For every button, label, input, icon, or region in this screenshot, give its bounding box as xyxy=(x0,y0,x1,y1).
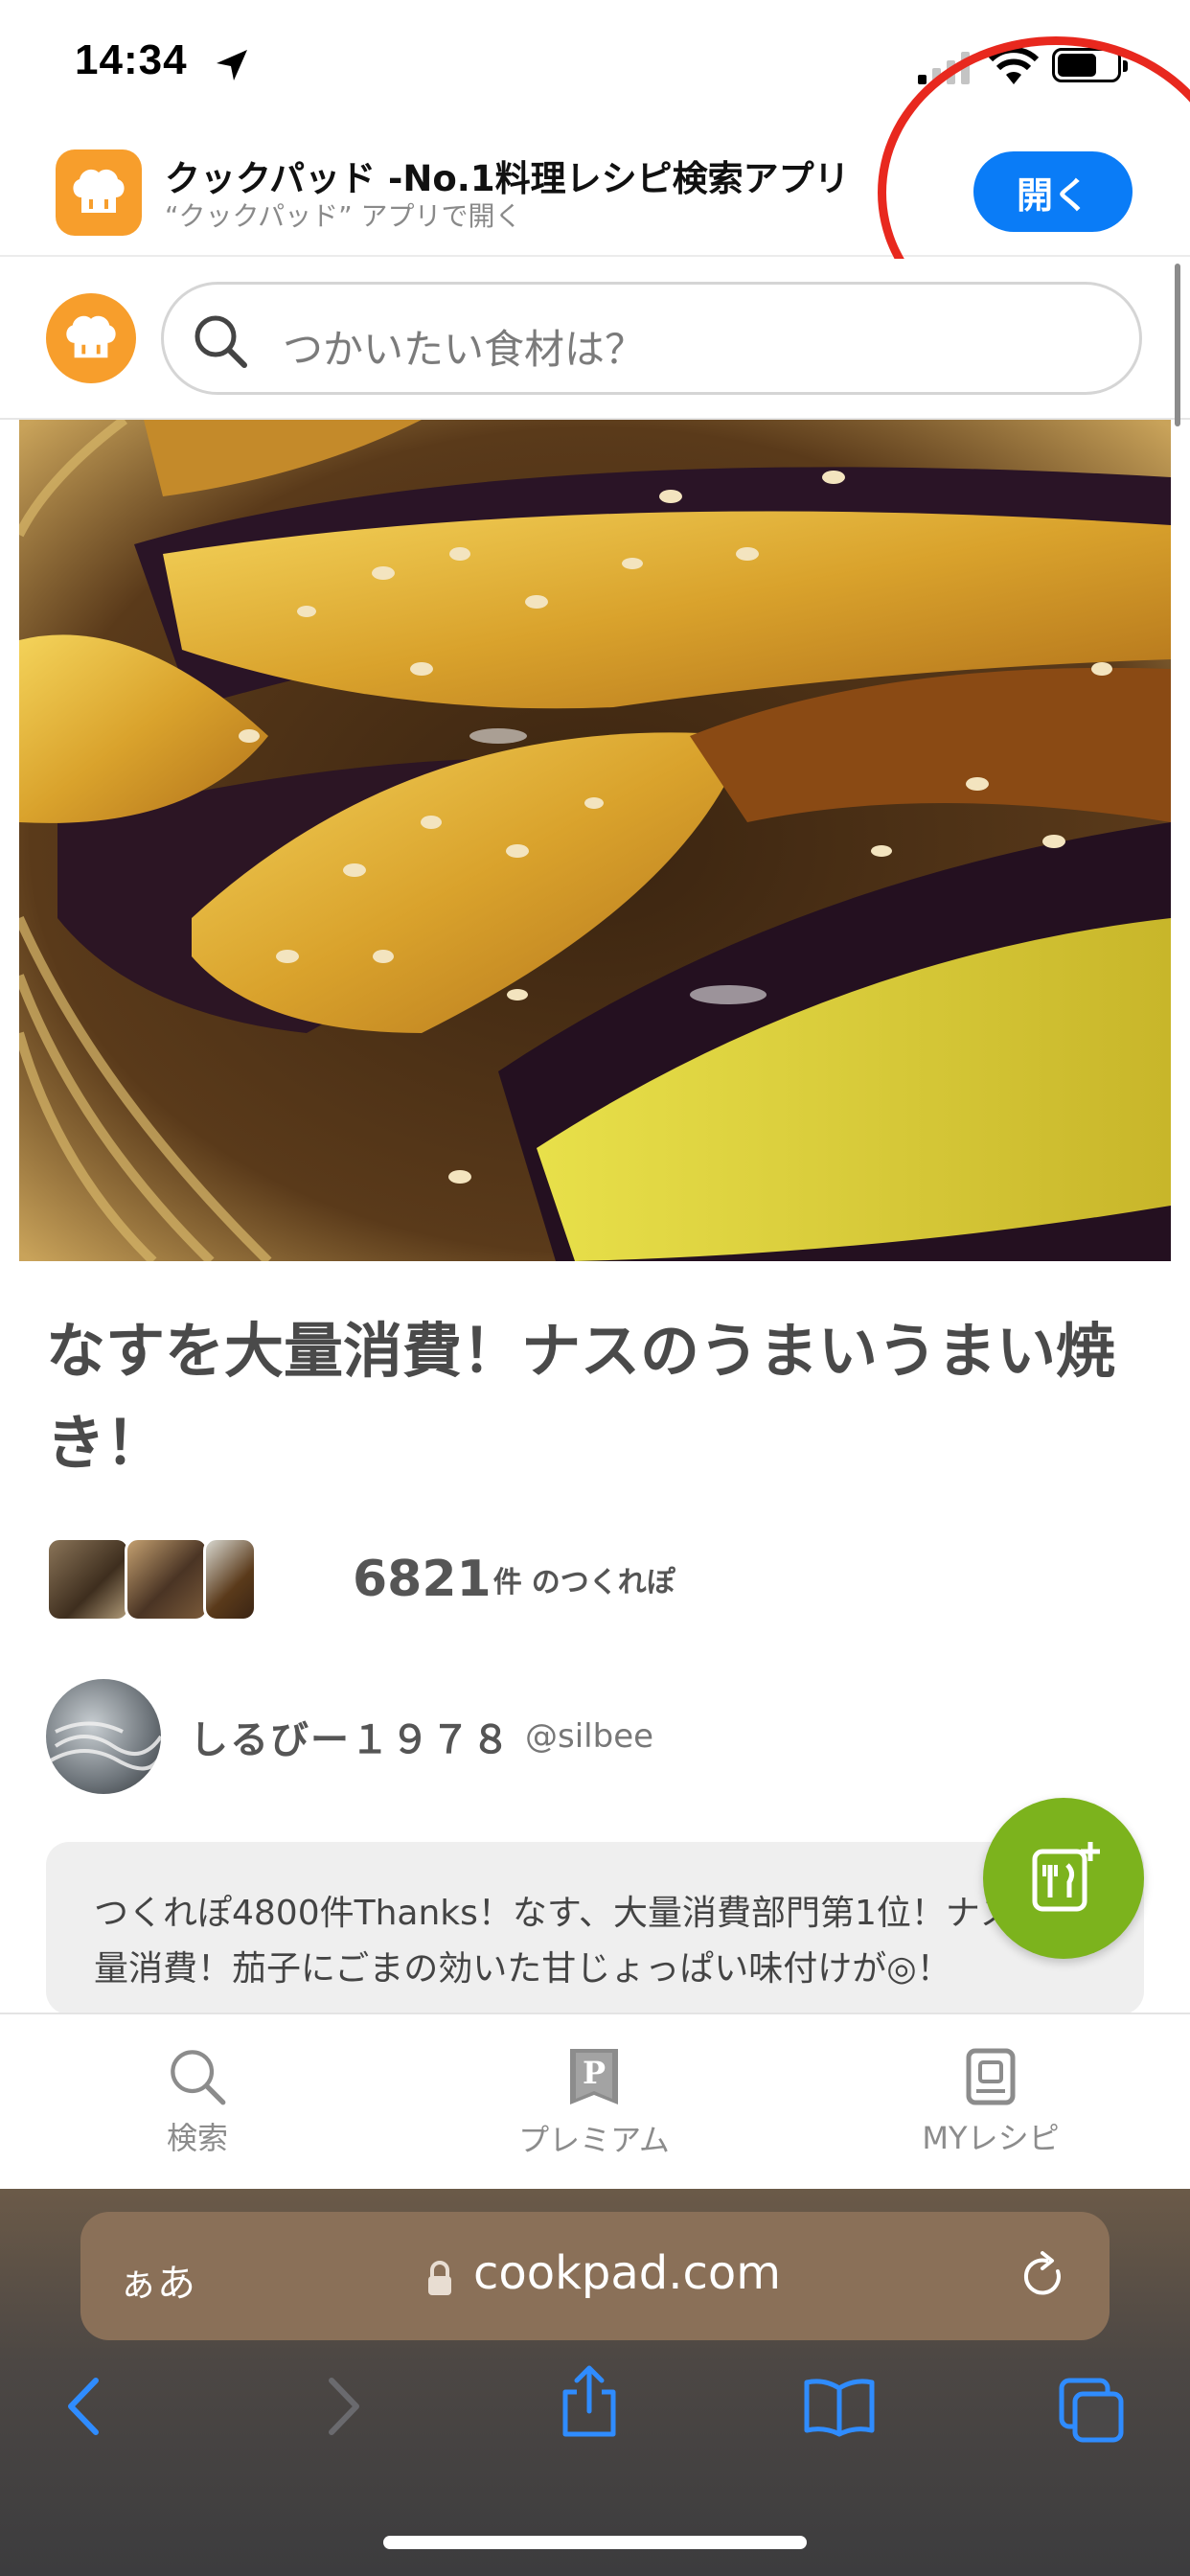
cookpad-logo[interactable] xyxy=(46,293,136,383)
add-recipe-button[interactable] xyxy=(983,1798,1144,1959)
tab-search-label: 検索 xyxy=(166,2120,228,2156)
page-settings-button[interactable]: ぁあ xyxy=(119,2252,195,2308)
bookmarks-icon[interactable] xyxy=(801,2377,878,2438)
svg-text:P: P xyxy=(583,2055,606,2091)
battery-icon xyxy=(1052,48,1128,82)
site-header: つかいたい食材は？ xyxy=(0,259,1190,420)
premium-icon: P xyxy=(570,2049,618,2104)
tsukurepo-label: のつくれぽ xyxy=(531,1566,675,1599)
cellular-signal-icon xyxy=(918,52,970,84)
author-handle[interactable]: @silbee xyxy=(525,1717,653,1756)
tsukurepo-thumbnail[interactable] xyxy=(203,1537,257,1622)
add-recipe-icon xyxy=(1032,1842,1100,1912)
wifi-icon xyxy=(988,48,1040,84)
author-name[interactable]: しるびー１９７８ xyxy=(190,1709,512,1764)
search-placeholder: つかいたい食材は？ xyxy=(283,326,646,373)
search-input[interactable]: つかいたい食材は？ xyxy=(161,282,1142,395)
app-banner-subtitle: “クックパッド” アプリで開く xyxy=(165,200,522,232)
chef-hat-icon xyxy=(73,169,125,213)
recipe-photo xyxy=(19,420,1171,1261)
tsukurepo-unit: 件 xyxy=(492,1566,522,1599)
reload-icon[interactable] xyxy=(1018,2250,1069,2302)
back-icon[interactable] xyxy=(59,2373,107,2440)
tab-search[interactable]: 検索 xyxy=(54,2014,341,2191)
share-icon[interactable] xyxy=(556,2363,623,2440)
home-indicator xyxy=(383,2536,807,2549)
tsukurepo-thumbnails[interactable] xyxy=(46,1537,257,1622)
search-icon xyxy=(171,2050,226,2105)
recipe-description: つくれぽ4800件Thanks！なす、大量消費部門第1位！ナスを大量消費！茄子に… xyxy=(46,1842,1144,2014)
site-tab-bar: 検索 P プレミアム MYレシピ xyxy=(0,2012,1190,2189)
location-arrow-icon xyxy=(217,50,247,80)
status-bar: 14:34 xyxy=(0,0,1190,134)
app-banner-title: クックパッド -No.1料理レシピ検索アプリ xyxy=(165,158,850,199)
chef-hat-icon xyxy=(66,315,116,358)
smart-app-banner: クックパッド -No.1料理レシピ検索アプリ “クックパッド” アプリで開く 開… xyxy=(0,134,1190,257)
url-text[interactable]: cookpad.com xyxy=(473,2246,781,2300)
tsukurepo-thumbnail[interactable] xyxy=(125,1537,209,1622)
tab-premium[interactable]: P プレミアム xyxy=(450,2014,738,2191)
tab-premium-label: プレミアム xyxy=(518,2122,670,2158)
recipe-title: なすを大量消費！ナスのうまいうまい焼き！ xyxy=(46,1316,1116,1478)
author-avatar[interactable] xyxy=(46,1679,161,1794)
tsukurepo-summary[interactable]: 6821 件 のつくれぽ xyxy=(46,1537,675,1622)
tab-my-recipe[interactable]: MYレシピ xyxy=(847,2014,1134,2191)
my-recipe-icon xyxy=(966,2048,1016,2105)
cookpad-app-icon xyxy=(56,150,142,236)
tsukurepo-count: 6821 xyxy=(353,1551,492,1608)
scroll-indicator xyxy=(1175,264,1180,426)
tsukurepo-thumbnail[interactable] xyxy=(46,1537,130,1622)
author-row[interactable]: しるびー１９７８ @silbee xyxy=(46,1679,653,1794)
search-icon xyxy=(195,315,247,368)
tab-my-recipe-label: MYレシピ xyxy=(922,2120,1060,2156)
tabs-icon[interactable] xyxy=(1058,2377,1125,2444)
address-bar[interactable]: ぁあ cookpad.com xyxy=(80,2212,1110,2340)
forward-icon[interactable] xyxy=(320,2373,368,2440)
open-in-app-button[interactable]: 開く xyxy=(973,151,1133,232)
status-time: 14:34 xyxy=(75,36,188,83)
lock-icon xyxy=(428,2261,451,2295)
